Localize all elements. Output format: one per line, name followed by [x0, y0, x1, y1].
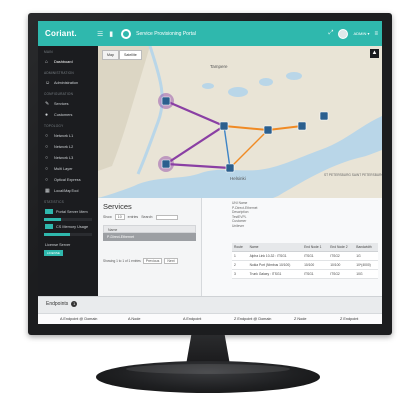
sidebar-item-dashboard[interactable]: ⌂ Dashboard [38, 56, 98, 67]
photo-scene: Coriant. ☰ ▮ Service Provisioning Portal… [0, 0, 407, 400]
table-row[interactable]: 3 Trunk Galaxy : ITSG1 ITSG1 ITSG2 10G [232, 269, 378, 279]
sidebar-section-statistics: STATISTICS [44, 200, 64, 204]
sidebar-section-config: CONFIGURATION [44, 92, 74, 96]
license-toggle[interactable]: LICENSE [44, 250, 63, 256]
circle-icon: ○ [45, 143, 49, 150]
node-icon [263, 125, 273, 135]
col-z-endpoint[interactable]: Z Endpoint [340, 317, 358, 321]
pencil-icon: ✎ [45, 100, 50, 107]
col-end-node-1[interactable]: End Node 1 [302, 243, 329, 252]
map-icon: ▦ [45, 187, 50, 194]
col-z-node[interactable]: Z Node [294, 317, 306, 321]
sidebar-section-main: MAIN [44, 50, 53, 54]
col-a-endpoint[interactable]: A Endpoint [183, 317, 201, 321]
sidebar-item-customers[interactable]: ● Customers [38, 109, 98, 120]
tab-satellite[interactable]: Satellite [119, 50, 142, 60]
menu-icon[interactable]: ☰ [97, 30, 103, 38]
expand-icon[interactable]: ⤢ [329, 30, 334, 37]
endpoints-count-badge: 1 [71, 301, 78, 307]
bookmark-icon[interactable]: ▮ [109, 30, 113, 38]
col-a-endpoint-domain[interactable]: A Endpoint @ Domain [60, 317, 97, 321]
sidebar: MAIN ⌂ Dashboard ADMINISTRATION ☺ Administ… [38, 46, 98, 296]
col-name[interactable]: Name [247, 243, 303, 252]
table-row-selected[interactable]: P-Direct-Ethernet [103, 233, 196, 241]
network-map[interactable]: Map Satellite ▲ Tampere Helsinki ST PETE… [98, 46, 382, 198]
users-icon: ☺ [45, 79, 51, 86]
sidebar-item-local-maptool[interactable]: ▦ Local/MapTool [38, 185, 98, 196]
close-icon[interactable]: ▲ [370, 49, 379, 58]
node-icon [219, 121, 229, 131]
routes-table: Route Name End Node 1 End Node 2 Bandwid… [232, 243, 378, 279]
entries-select[interactable]: 10 [114, 214, 125, 220]
stat-portal-server-mem: Portal Server Mem [38, 206, 98, 217]
col-a-node[interactable]: A Node [128, 317, 140, 321]
page-title: Service Provisioning Portal [136, 30, 196, 37]
col-end-node-2[interactable]: End Node 2 [328, 243, 355, 252]
services-title: Services [103, 202, 132, 211]
table-row[interactable]: 1 Alpha Link 10-32 : ITSG1 ITSG1 ITSG2 1G [232, 251, 378, 261]
hamburger-icon[interactable]: ≡ [374, 31, 378, 37]
col-z-endpoint-domain[interactable]: Z Endpoint @ Domain [234, 317, 271, 321]
home-icon: ⌂ [45, 58, 49, 65]
node-icon [161, 159, 171, 169]
avatar[interactable] [338, 28, 349, 39]
endpoints-panel: Endpoints 1 A Endpoint @ Domain A Node A … [38, 296, 382, 324]
sidebar-item-administration[interactable]: ☺ Administration [38, 77, 98, 88]
map-label-tampere: Tampere [210, 64, 228, 69]
top-bar: Coriant. ☰ ▮ Service Provisioning Portal… [38, 21, 382, 46]
gear-icon[interactable] [121, 28, 132, 39]
map-label-st-petersburg: ST PETERSBURG SAINT PETERSBURG [324, 173, 382, 177]
node-icon [319, 111, 329, 121]
service-details: UNI Name P-Direct-Ethernet Description T… [202, 198, 382, 296]
circle-icon: ○ [45, 154, 49, 161]
search-input[interactable] [156, 214, 179, 220]
tab-map[interactable]: Map [102, 50, 119, 60]
sidebar-item-optical-express[interactable]: ○ Optical Express [38, 174, 98, 185]
sidebar-section-admin: ADMINISTRATION [44, 71, 74, 75]
sidebar-item-multi-layer[interactable]: ○ Multi Layer [38, 163, 98, 174]
sidebar-item-network-l1[interactable]: ○ Network L1 [38, 130, 98, 141]
next-button[interactable]: Next [164, 258, 178, 264]
map-canvas: Tampere Helsinki ST PETERSBURG SAINT PET… [98, 46, 382, 198]
map-label-helsinki: Helsinki [230, 176, 246, 181]
stat-bar-cs-memory [44, 233, 92, 236]
sidebar-item-services[interactable]: ✎ Services [38, 98, 98, 109]
circle-icon: ○ [45, 165, 49, 172]
sidebar-section-topology: TOPOLOGY [44, 124, 64, 128]
col-bandwidth[interactable]: Bandwidth [354, 243, 378, 252]
node-icon [225, 163, 235, 173]
circle-icon: ○ [45, 132, 49, 139]
user-menu[interactable]: ADMIN ▾ [353, 31, 369, 36]
endpoints-header: A Endpoint @ Domain A Node A Endpoint Z … [38, 313, 382, 324]
app-logo[interactable]: Coriant. [38, 29, 91, 38]
stat-cs-memory: CS Memory Usage [38, 221, 98, 232]
node-icon [161, 96, 171, 106]
person-icon: ● [45, 111, 49, 118]
services-panel: Services Show 10 entries Search: Name P-… [98, 198, 202, 296]
node-icon [297, 121, 307, 131]
endpoints-title: Endpoints [46, 301, 69, 307]
services-column-name[interactable]: Name [103, 225, 196, 233]
prev-button[interactable]: Previous [142, 258, 163, 264]
monitor-screen: Coriant. ☰ ▮ Service Provisioning Portal… [38, 21, 382, 324]
sidebar-item-network-l3[interactable]: ○ Network L3 [38, 152, 98, 163]
services-pager: Showing 1 to 1 of 1 entries Previous Nex… [103, 258, 178, 264]
license-row: License Server [45, 242, 71, 247]
circle-icon: ○ [45, 176, 49, 183]
col-route[interactable]: Route [232, 243, 248, 252]
service-info: UNI Name P-Direct-Ethernet Description T… [232, 201, 258, 228]
table-row[interactable]: 2 Nokia Port (Nimbus 10/100) 10/100 10/100 1… [232, 260, 378, 270]
stat-bar-portal-server [44, 218, 92, 221]
sidebar-item-network-l2[interactable]: ○ Network L2 [38, 141, 98, 152]
